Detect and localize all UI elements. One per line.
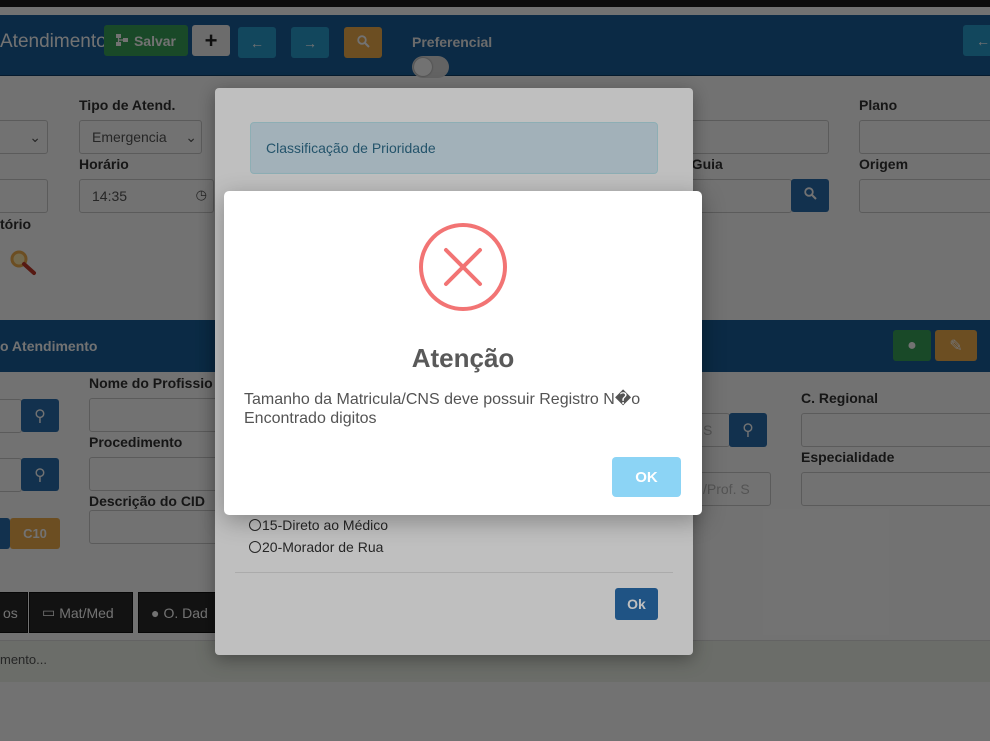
dialog-message: Tamanho da Matricula/CNS deve possuir Re…: [244, 391, 641, 427]
error-x-icon: [419, 223, 507, 311]
dialog-ok-button[interactable]: OK: [612, 457, 681, 497]
dialog-title: Atenção: [411, 343, 515, 373]
alert-dialog: Atenção Tamanho da Matricula/CNS deve po…: [224, 191, 702, 515]
